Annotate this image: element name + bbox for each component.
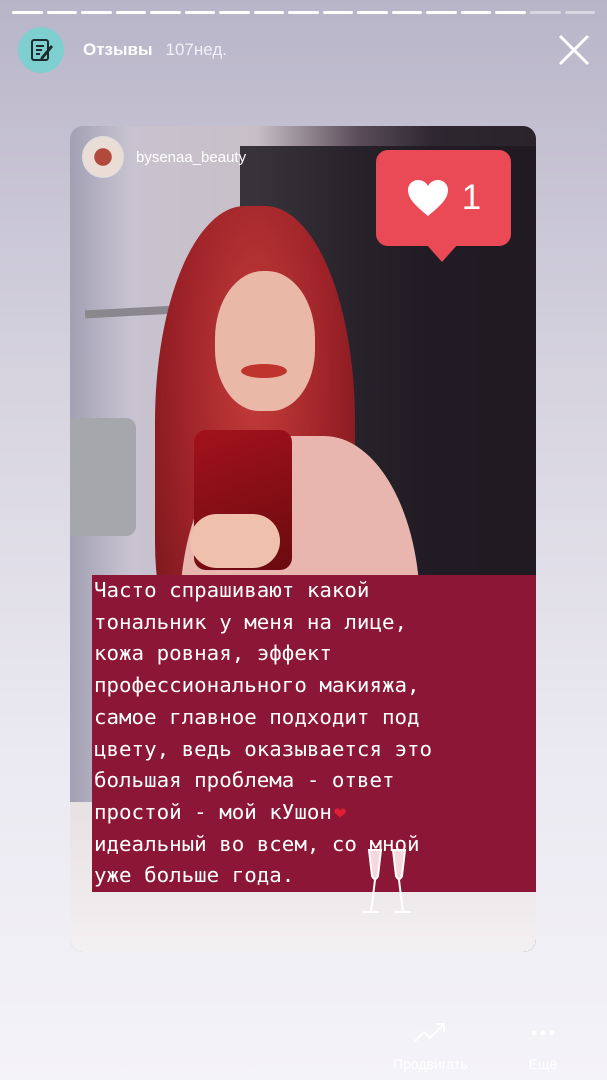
champagne-glasses-icon — [363, 849, 411, 913]
close-button[interactable] — [555, 31, 593, 69]
caption-line: тональник у меня на лице, — [93, 609, 409, 634]
post-author[interactable]: bysenaa_beauty — [82, 136, 246, 178]
progress-segment — [495, 11, 526, 14]
progress-segment — [81, 11, 112, 14]
reposted-story-card[interactable]: bysenaa_beauty 1 Часто спрашивают какой … — [70, 126, 536, 952]
story-progress-bar — [12, 11, 596, 14]
likes-count: 1 — [461, 178, 482, 217]
bag — [70, 418, 136, 536]
progress-segment — [564, 11, 596, 14]
progress-segment — [115, 11, 147, 14]
caption-line: Часто спрашивают какой — [93, 578, 371, 602]
progress-segment — [322, 11, 354, 14]
notebook-pen-icon — [31, 39, 53, 61]
progress-segment — [184, 11, 216, 14]
hand — [190, 514, 280, 568]
progress-segment — [357, 11, 388, 14]
caption-line: цвету, ведь оказывается это — [93, 736, 434, 761]
progress-segment — [288, 11, 319, 14]
highlight-avatar[interactable] — [18, 27, 64, 73]
progress-segment — [219, 11, 250, 14]
caption-line: уже больше года. — [93, 863, 296, 888]
promote-label: Продвигать — [393, 1056, 468, 1072]
author-username[interactable]: bysenaa_beauty — [136, 149, 246, 166]
progress-segment — [12, 11, 43, 14]
caption-line: профессионального макияжа, — [93, 673, 421, 698]
trending-up-icon — [413, 1023, 446, 1043]
progress-segment — [253, 11, 285, 14]
story-actions: Продвигать Ещё — [0, 1002, 607, 1072]
lips — [241, 364, 287, 378]
more-label: Ещё — [528, 1056, 558, 1072]
progress-segment — [460, 11, 492, 14]
close-icon — [558, 34, 590, 66]
story-age: 107нед. — [165, 40, 227, 59]
progress-segment — [529, 11, 561, 14]
progress-segment — [426, 11, 457, 14]
more-button[interactable]: Ещё — [528, 1020, 558, 1072]
highlight-title[interactable]: Отзывы — [83, 40, 153, 60]
towel-rail — [84, 305, 176, 319]
progress-segment — [150, 11, 181, 14]
caption-line: большая проблема - ответ — [93, 768, 396, 793]
caption-line: самое главное подходит под — [93, 704, 421, 729]
heart-emoji-icon: ❤ — [332, 799, 348, 824]
likes-badge: 1 — [376, 150, 511, 262]
progress-segment — [391, 11, 423, 14]
woman-face — [215, 271, 315, 411]
heart-icon — [407, 180, 448, 216]
author-avatar[interactable] — [82, 136, 124, 178]
story-caption: Часто спрашивают какой тональник у меня … — [92, 575, 536, 893]
caption-line: кожа ровная, эффект — [93, 641, 333, 666]
more-dots-icon — [531, 1030, 555, 1036]
story-header: Отзывы 107нед. — [18, 27, 593, 73]
progress-segment — [46, 11, 78, 14]
caption-line: простой - мой кУшон — [93, 799, 333, 824]
promote-button[interactable]: Продвигать — [393, 1020, 468, 1072]
